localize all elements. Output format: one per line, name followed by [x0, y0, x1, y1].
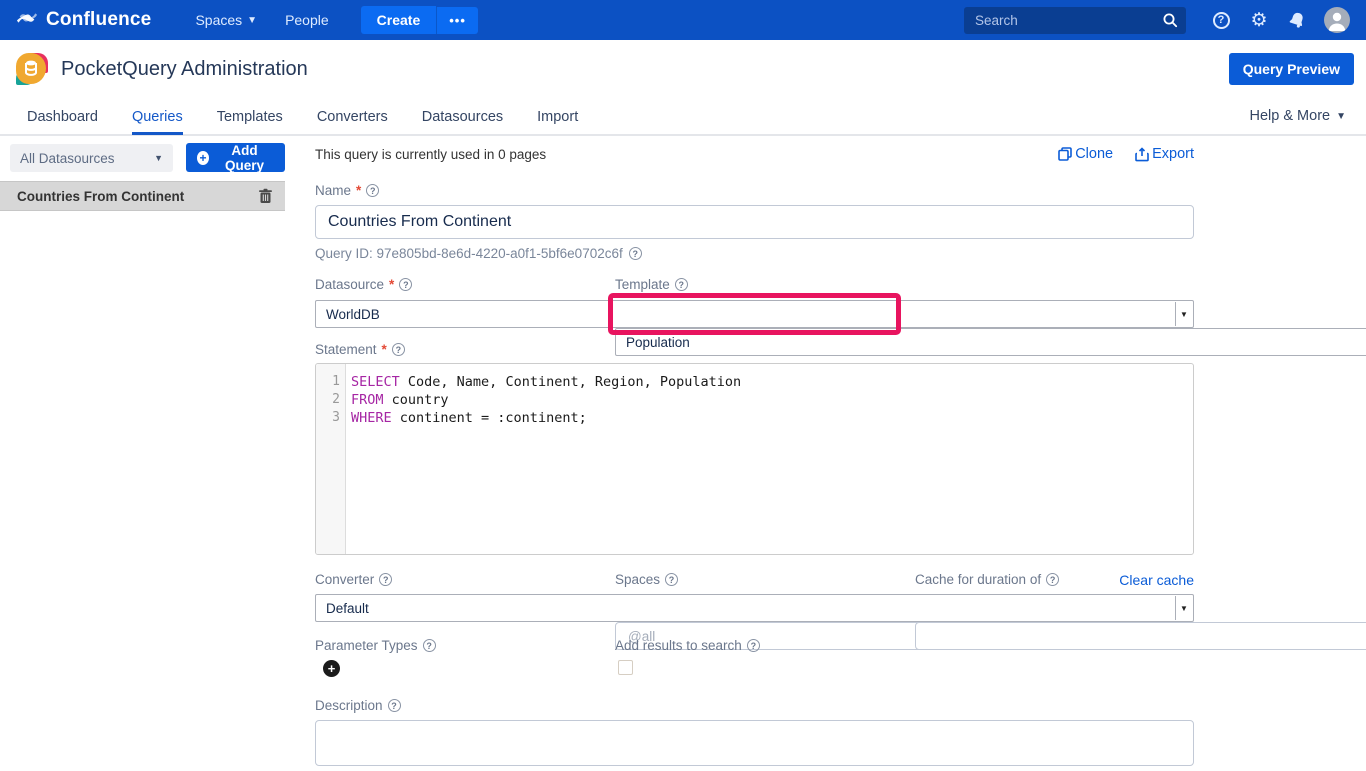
admin-tabbar: Dashboard Queries Templates Converters D…	[0, 98, 1366, 136]
datasource-label: Datasource* ?	[315, 277, 594, 292]
add-parameter-type-button[interactable]: +	[323, 660, 340, 677]
sql-code[interactable]: SELECT Code, Name, Continent, Region, Po…	[346, 364, 741, 554]
tab-templates[interactable]: Templates	[217, 100, 283, 132]
help-qmark-icon[interactable]: ?	[747, 639, 760, 652]
template-label: Template ?	[615, 277, 894, 292]
parameter-types-label: Parameter Types ?	[315, 638, 594, 653]
help-qmark-icon[interactable]: ?	[392, 343, 405, 356]
statement-label: Statement* ?	[315, 342, 1194, 357]
nav-more-button[interactable]: •••	[436, 7, 478, 34]
chevron-down-icon: ▼	[154, 153, 163, 163]
cache-duration-input[interactable]	[915, 622, 1366, 650]
add-results-label: Add results to search ?	[615, 638, 894, 653]
datasource-filter-select[interactable]: All Datasources▼	[10, 144, 173, 172]
dropdown-arrow-icon: ▼	[1175, 596, 1192, 620]
query-edit-form: This query is currently used in 0 pages …	[315, 136, 1194, 768]
help-qmark-icon[interactable]: ?	[388, 699, 401, 712]
help-icon[interactable]: ?	[1210, 9, 1232, 31]
query-id-text: Query ID: 97e805bd-8e6d-4220-a0f1-5bf6e0…	[315, 246, 1194, 261]
chevron-down-icon: ▼	[1336, 111, 1346, 122]
confluence-logo-icon	[16, 7, 38, 34]
help-qmark-icon[interactable]: ?	[1046, 573, 1059, 586]
create-button[interactable]: Create	[361, 6, 437, 34]
search-icon[interactable]	[1162, 12, 1178, 33]
page-title: PocketQuery Administration	[61, 58, 308, 81]
help-qmark-icon[interactable]: ?	[665, 573, 678, 586]
queries-sidebar: All Datasources▼ + Add Query Countries F…	[0, 136, 285, 768]
help-qmark-icon[interactable]: ?	[629, 247, 642, 260]
plus-icon: +	[197, 151, 209, 165]
tab-datasources[interactable]: Datasources	[422, 100, 503, 132]
description-textarea[interactable]	[315, 720, 1194, 766]
statement-code-editor[interactable]: 1 2 3 SELECT Code, Name, Continent, Regi…	[315, 363, 1194, 555]
datasource-select[interactable]: WorldDB ▼	[315, 300, 1194, 328]
description-label: Description ?	[315, 698, 1194, 713]
usage-text: This query is currently used in 0 pages	[315, 147, 546, 162]
help-qmark-icon[interactable]: ?	[379, 573, 392, 586]
gear-icon[interactable]: ⚙	[1248, 9, 1270, 31]
spaces-label: Spaces ?	[615, 572, 894, 587]
notifications-bell-icon[interactable]	[1286, 9, 1308, 31]
help-qmark-icon[interactable]: ?	[366, 184, 379, 197]
nav-people[interactable]: People	[285, 12, 329, 28]
tab-queries[interactable]: Queries	[132, 100, 183, 135]
help-qmark-icon[interactable]: ?	[399, 278, 412, 291]
query-name: Countries From Continent	[17, 189, 184, 204]
page-header: PocketQuery Administration Query Preview	[0, 40, 1366, 98]
help-qmark-icon[interactable]: ?	[423, 639, 436, 652]
nav-spaces[interactable]: Spaces▼	[195, 12, 257, 28]
tab-import[interactable]: Import	[537, 100, 578, 132]
export-link[interactable]: Export	[1135, 146, 1194, 162]
query-preview-button[interactable]: Query Preview	[1229, 53, 1354, 85]
search-box	[964, 7, 1186, 34]
help-more-menu[interactable]: Help & More▼	[1250, 108, 1347, 124]
name-input[interactable]	[315, 205, 1194, 239]
search-input[interactable]	[964, 7, 1186, 34]
editor-line-numbers: 1 2 3	[316, 364, 346, 554]
brand-name: Confluence	[46, 9, 151, 31]
top-navbar: Confluence Spaces▼ People Create ••• ? ⚙	[0, 0, 1366, 40]
delete-query-trash-icon[interactable]	[258, 188, 273, 204]
clear-cache-link[interactable]: Clear cache	[1119, 572, 1194, 588]
converter-label: Converter ?	[315, 572, 594, 587]
add-query-button[interactable]: + Add Query	[186, 143, 285, 172]
clone-link[interactable]: Clone	[1058, 146, 1113, 162]
add-results-checkbox[interactable]	[618, 660, 633, 675]
pocketquery-logo-icon	[16, 53, 48, 85]
converter-select[interactable]: Default ▼	[315, 594, 1194, 622]
user-avatar[interactable]	[1324, 7, 1350, 33]
confluence-brand[interactable]: Confluence	[16, 7, 151, 34]
name-label: Name* ?	[315, 183, 1194, 198]
help-qmark-icon[interactable]: ?	[675, 278, 688, 291]
chevron-down-icon: ▼	[247, 15, 257, 26]
dropdown-arrow-icon: ▼	[1175, 302, 1192, 326]
query-list-item[interactable]: Countries From Continent	[0, 181, 285, 211]
tab-dashboard[interactable]: Dashboard	[27, 100, 98, 132]
tab-converters[interactable]: Converters	[317, 100, 388, 132]
